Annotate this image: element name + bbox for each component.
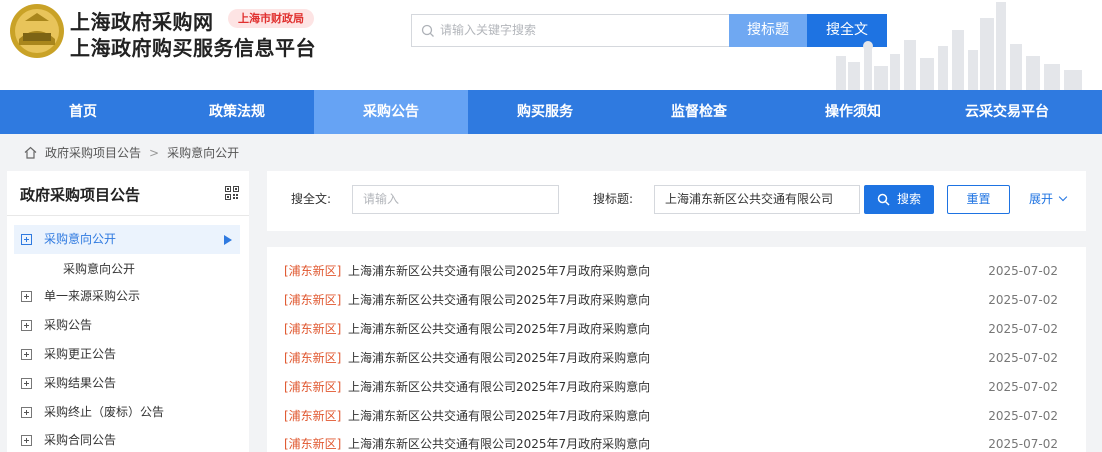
- list-item[interactable]: [浦东新区] 上海浦东新区公共交通有限公司2025年7月政府采购意向 2025-…: [284, 292, 1064, 321]
- sidebar-item-contract-notice[interactable]: 采购合同公告: [14, 426, 240, 452]
- finance-bureau-badge: 上海市财政局: [228, 9, 314, 28]
- sidebar-item-label: 采购意向公开: [44, 232, 117, 246]
- search-button-label: 搜索: [897, 192, 922, 206]
- home-icon[interactable]: [24, 146, 37, 159]
- district-tag: [浦东新区]: [284, 293, 342, 307]
- notice-date: 2025-07-02: [988, 437, 1058, 451]
- district-tag: [浦东新区]: [284, 264, 342, 278]
- notice-title-link[interactable]: 上海浦东新区公共交通有限公司2025年7月政府采购意向: [348, 379, 650, 395]
- sidebar-title: 政府采购项目公告: [20, 186, 141, 204]
- sidebar-item-label: 单一来源采购公示: [44, 289, 141, 303]
- expand-button-label: 展开: [1029, 192, 1054, 206]
- sidebar-item-label: 采购公告: [44, 318, 93, 332]
- search-placeholder: 请输入关键字搜索: [440, 23, 537, 37]
- notice-title-link[interactable]: 上海浦东新区公共交通有限公司2025年7月政府采购意向: [348, 292, 650, 308]
- title-search-label: 搜标题:: [593, 192, 634, 206]
- district-tag: [浦东新区]: [284, 409, 342, 423]
- nav-item-procurement-notices[interactable]: 采购公告: [314, 90, 468, 134]
- qr-code-icon[interactable]: [225, 186, 239, 200]
- list-item[interactable]: [浦东新区] 上海浦东新区公共交通有限公司2025年7月政府采购意向 2025-…: [284, 408, 1064, 437]
- filter-panel: 搜全文: 请输入 搜标题: 上海浦东新区公共交通有限公司 搜索 重置 展开: [267, 171, 1086, 231]
- sidebar-item-label: 采购终止（废标）公告: [44, 405, 165, 419]
- notice-title-link[interactable]: 上海浦东新区公共交通有限公司2025年7月政府采购意向: [348, 263, 650, 279]
- notice-date: 2025-07-02: [988, 409, 1058, 423]
- nav-item-instructions[interactable]: 操作须知: [776, 90, 930, 134]
- plus-box-icon: [21, 349, 32, 360]
- nav-item-cloud-platform[interactable]: 云采交易平台: [930, 90, 1084, 134]
- plus-box-icon: [21, 234, 32, 245]
- skyline-decoration: [836, 2, 1082, 90]
- district-tag: [浦东新区]: [284, 351, 342, 365]
- search-icon: [877, 193, 890, 206]
- sidebar-item-correction-notice[interactable]: 采购更正公告: [14, 340, 240, 369]
- triangle-right-icon: [224, 235, 232, 245]
- main-nav: 首页 政策法规 采购公告 购买服务 监督检查 操作须知 云采交易平台: [0, 90, 1102, 134]
- plus-box-icon: [21, 378, 32, 389]
- list-item[interactable]: [浦东新区] 上海浦东新区公共交通有限公司2025年7月政府采购意向 2025-…: [284, 263, 1064, 292]
- sidebar-item-label: 采购合同公告: [44, 433, 117, 447]
- sidebar-item-termination-notice[interactable]: 采购终止（废标）公告: [14, 398, 240, 427]
- search-title-button[interactable]: 搜标题: [729, 14, 807, 47]
- expand-button[interactable]: 展开: [1029, 191, 1068, 207]
- list-item[interactable]: [浦东新区] 上海浦东新区公共交通有限公司2025年7月政府采购意向 2025-…: [284, 321, 1064, 350]
- nav-item-home[interactable]: 首页: [6, 90, 160, 134]
- plus-box-icon: [21, 320, 32, 331]
- notice-title-link[interactable]: 上海浦东新区公共交通有限公司2025年7月政府采购意向: [348, 321, 650, 337]
- list-item[interactable]: [浦东新区] 上海浦东新区公共交通有限公司2025年7月政府采购意向 2025-…: [284, 350, 1064, 379]
- notice-date: 2025-07-02: [988, 293, 1058, 307]
- notice-date: 2025-07-02: [988, 380, 1058, 394]
- plus-box-icon: [21, 407, 32, 418]
- site-title: 上海政府采购网: [70, 10, 214, 34]
- sidebar-item-procurement-notice[interactable]: 采购公告: [14, 311, 240, 340]
- fulltext-label: 搜全文:: [291, 192, 332, 206]
- notice-list: [浦东新区] 上海浦东新区公共交通有限公司2025年7月政府采购意向 2025-…: [267, 247, 1086, 452]
- list-item[interactable]: [浦东新区] 上海浦东新区公共交通有限公司2025年7月政府采购意向 2025-…: [284, 379, 1064, 408]
- notice-date: 2025-07-02: [988, 351, 1058, 365]
- chevron-down-icon: [1058, 192, 1068, 202]
- sidebar-divider: [7, 215, 249, 216]
- district-tag: [浦东新区]: [284, 322, 342, 336]
- notice-title-link[interactable]: 上海浦东新区公共交通有限公司2025年7月政府采购意向: [348, 436, 650, 452]
- district-tag: [浦东新区]: [284, 437, 342, 451]
- notice-date: 2025-07-02: [988, 264, 1058, 278]
- breadcrumb-separator-icon: >: [149, 146, 160, 160]
- sidebar-item-result-notice[interactable]: 采购结果公告: [14, 369, 240, 398]
- sidebar-item-label: 采购结果公告: [44, 376, 117, 390]
- nav-item-policy[interactable]: 政策法规: [160, 90, 314, 134]
- notice-title-link[interactable]: 上海浦东新区公共交通有限公司2025年7月政府采购意向: [348, 350, 650, 366]
- reset-button[interactable]: 重置: [947, 185, 1010, 214]
- fulltext-search-input[interactable]: 请输入: [352, 185, 559, 214]
- sidebar-subitem-procurement-intention[interactable]: 采购意向公开: [63, 259, 135, 279]
- search-button[interactable]: 搜索: [864, 185, 934, 214]
- plus-box-icon: [21, 435, 32, 446]
- search-icon: [421, 24, 434, 37]
- notice-title-link[interactable]: 上海浦东新区公共交通有限公司2025年7月政府采购意向: [348, 408, 650, 424]
- sidebar-item-label: 采购更正公告: [44, 347, 117, 361]
- site-subtitle: 上海政府购买服务信息平台: [70, 36, 316, 60]
- notice-date: 2025-07-02: [988, 322, 1058, 336]
- site-header: 上海政府采购网 上海市财政局 上海政府购买服务信息平台 请输入关键字搜索 搜标题…: [0, 0, 1102, 90]
- site-search-input[interactable]: 请输入关键字搜索: [411, 14, 729, 47]
- district-tag: [浦东新区]: [284, 380, 342, 394]
- title-search-input[interactable]: 上海浦东新区公共交通有限公司: [654, 185, 860, 214]
- site-logo-icon[interactable]: [9, 3, 65, 59]
- sidebar: 政府采购项目公告 采购意向公开 采购意向公开 单一来源采购公示 采购公告 采购更…: [7, 171, 249, 452]
- plus-box-icon: [21, 291, 32, 302]
- breadcrumb-item-current: 采购意向公开: [167, 146, 240, 160]
- list-item[interactable]: [浦东新区] 上海浦东新区公共交通有限公司2025年7月政府采购意向 2025-…: [284, 436, 1064, 452]
- breadcrumb-item-notices[interactable]: 政府采购项目公告: [45, 146, 141, 160]
- nav-item-supervision[interactable]: 监督检查: [622, 90, 776, 134]
- sidebar-item-procurement-intention[interactable]: 采购意向公开: [14, 225, 240, 254]
- breadcrumb: 政府采购项目公告 > 采购意向公开: [24, 144, 239, 162]
- nav-item-purchase-services[interactable]: 购买服务: [468, 90, 622, 134]
- sidebar-item-single-source[interactable]: 单一来源采购公示: [14, 282, 240, 311]
